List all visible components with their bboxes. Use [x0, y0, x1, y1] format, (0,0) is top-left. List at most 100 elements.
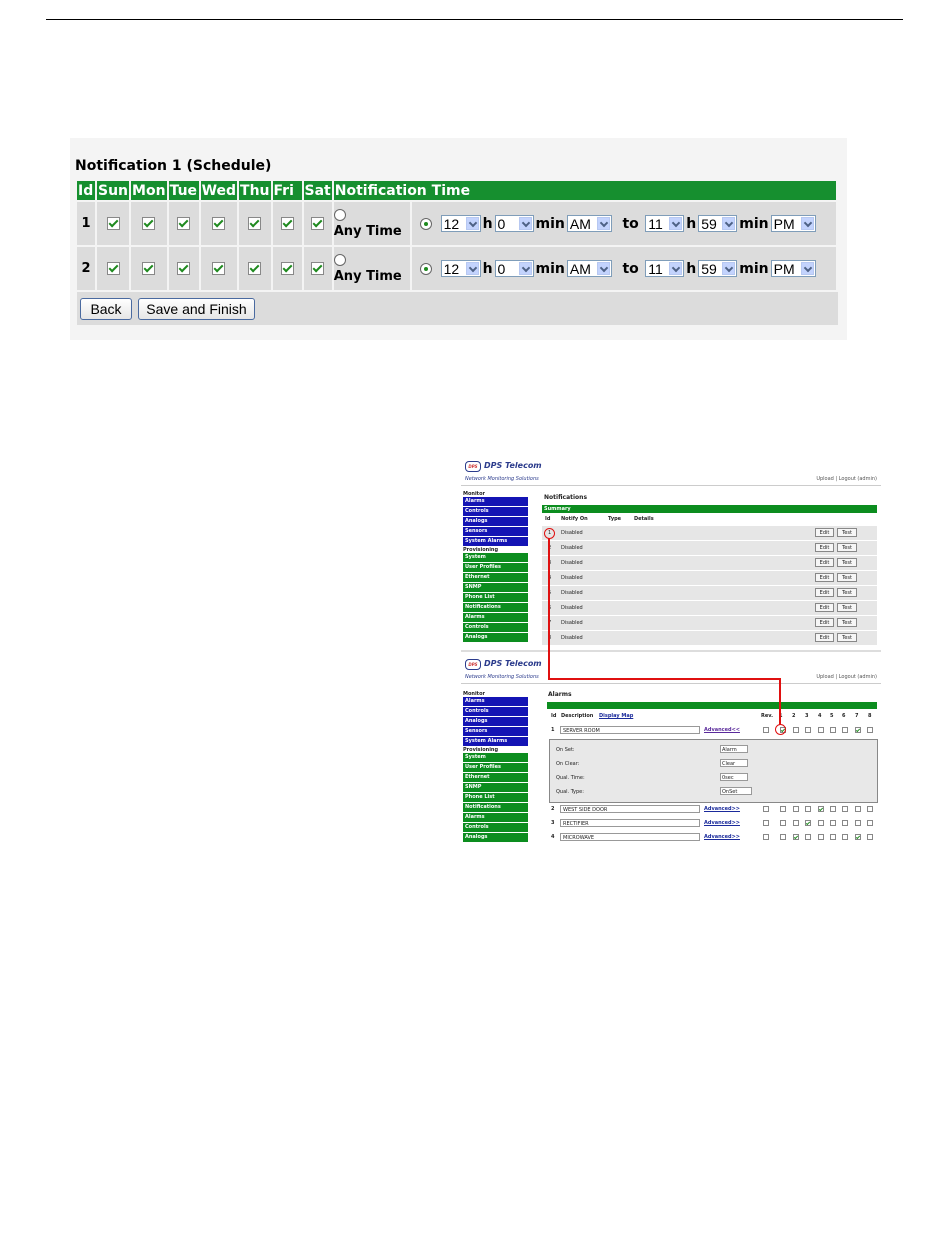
on-clear-input[interactable]: Clear: [720, 759, 748, 767]
test-button[interactable]: Test: [837, 558, 857, 567]
from-minute-select[interactable]: 0: [494, 215, 534, 232]
test-button[interactable]: Test: [837, 588, 857, 597]
notif-2-checkbox[interactable]: [793, 834, 799, 840]
notif-5-checkbox[interactable]: [830, 820, 836, 826]
time-range-radio[interactable]: [420, 262, 433, 275]
notif-1-checkbox[interactable]: [780, 834, 786, 840]
notif-8-checkbox[interactable]: [867, 834, 873, 840]
advanced-link[interactable]: Advanced>>: [704, 820, 740, 826]
on-set-input[interactable]: Alarm: [720, 745, 748, 753]
notif-8-checkbox[interactable]: [867, 806, 873, 812]
from-minute-select[interactable]: 0: [494, 260, 534, 277]
edit-button[interactable]: Edit: [815, 558, 834, 567]
description-input[interactable]: WEST SIDE DOOR: [560, 805, 700, 813]
sat-checkbox[interactable]: [311, 262, 325, 275]
back-button[interactable]: Back: [80, 298, 132, 320]
edit-button[interactable]: Edit: [815, 588, 834, 597]
to-hour-select[interactable]: 11: [645, 260, 685, 277]
nav-item-notifications[interactable]: Notifications: [463, 603, 528, 612]
edit-button[interactable]: Edit: [815, 603, 834, 612]
nav-item-controls[interactable]: Controls: [463, 507, 528, 516]
tue-checkbox[interactable]: [177, 217, 191, 230]
nav-item-user-profiles[interactable]: User Profiles: [463, 763, 528, 772]
mon-checkbox[interactable]: [142, 217, 156, 230]
notif-3-checkbox[interactable]: [805, 820, 811, 826]
edit-button[interactable]: Edit: [815, 633, 834, 642]
sun-checkbox[interactable]: [106, 217, 120, 230]
edit-button[interactable]: Edit: [815, 618, 834, 627]
any-time-radio[interactable]: [333, 209, 346, 221]
test-button[interactable]: Test: [837, 528, 857, 537]
from-ampm-select[interactable]: AM: [566, 215, 612, 232]
sun-checkbox[interactable]: [106, 262, 120, 275]
nav-item-prov-analogs[interactable]: Analogs: [463, 833, 528, 842]
nav-item-user-profiles[interactable]: User Profiles: [463, 563, 528, 572]
test-button[interactable]: Test: [837, 573, 857, 582]
thu-checkbox[interactable]: [248, 217, 262, 230]
to-ampm-select[interactable]: PM: [770, 260, 816, 277]
notif-6-checkbox[interactable]: [842, 820, 848, 826]
edit-button[interactable]: Edit: [815, 528, 834, 537]
nav-item-ethernet[interactable]: Ethernet: [463, 773, 528, 782]
wed-checkbox[interactable]: [212, 217, 226, 230]
from-hour-select[interactable]: 12: [440, 260, 481, 277]
nav-item-alarms[interactable]: Alarms: [463, 697, 528, 706]
to-minute-select[interactable]: 59: [698, 215, 738, 232]
nav-item-system-alarms[interactable]: System Alarms: [463, 737, 528, 746]
test-button[interactable]: Test: [837, 603, 857, 612]
notif-1-checkbox[interactable]: [780, 820, 786, 826]
mon-checkbox[interactable]: [142, 262, 156, 275]
nav-item-analogs[interactable]: Analogs: [463, 717, 528, 726]
rev-checkbox[interactable]: [763, 834, 769, 840]
notif-3-checkbox[interactable]: [805, 806, 811, 812]
notif-7-checkbox[interactable]: [855, 834, 861, 840]
to-hour-select[interactable]: 11: [645, 215, 685, 232]
notif-4-checkbox[interactable]: [818, 820, 824, 826]
nav-item-prov-analogs[interactable]: Analogs: [463, 633, 528, 642]
notif-6-checkbox[interactable]: [842, 806, 848, 812]
notif-5-checkbox[interactable]: [830, 834, 836, 840]
test-button[interactable]: Test: [837, 543, 857, 552]
advanced-link[interactable]: Advanced>>: [704, 806, 740, 812]
nav-item-prov-controls[interactable]: Controls: [463, 823, 528, 832]
notif-3-checkbox[interactable]: [805, 727, 811, 733]
notif-3-checkbox[interactable]: [805, 834, 811, 840]
display-map-link[interactable]: Display Map: [599, 713, 633, 719]
test-button[interactable]: Test: [837, 633, 857, 642]
nav-item-phone-list[interactable]: Phone List: [463, 793, 528, 802]
notif-5-checkbox[interactable]: [830, 727, 836, 733]
from-hour-select[interactable]: 12: [440, 215, 481, 232]
wed-checkbox[interactable]: [212, 262, 226, 275]
nav-item-system-alarms[interactable]: System Alarms: [463, 537, 528, 546]
test-button[interactable]: Test: [837, 618, 857, 627]
nav-item-controls[interactable]: Controls: [463, 707, 528, 716]
upload-logout[interactable]: Upload | Logout (admin): [816, 476, 877, 482]
fri-checkbox[interactable]: [280, 262, 294, 275]
nav-item-prov-alarms[interactable]: Alarms: [463, 613, 528, 622]
nav-item-snmp[interactable]: SNMP: [463, 783, 528, 792]
thu-checkbox[interactable]: [248, 262, 262, 275]
nav-item-sensors[interactable]: Sensors: [463, 527, 528, 536]
nav-item-phone-list[interactable]: Phone List: [463, 593, 528, 602]
qual-time-input[interactable]: 0sec: [720, 773, 748, 781]
advanced-link[interactable]: Advanced<<: [704, 727, 740, 733]
nav-item-system[interactable]: System: [463, 553, 528, 562]
nav-item-snmp[interactable]: SNMP: [463, 583, 528, 592]
notif-4-checkbox[interactable]: [818, 834, 824, 840]
nav-item-prov-controls[interactable]: Controls: [463, 623, 528, 632]
nav-item-system[interactable]: System: [463, 753, 528, 762]
notif-1-checkbox[interactable]: [780, 806, 786, 812]
any-time-radio[interactable]: [333, 254, 346, 266]
time-range-radio[interactable]: [420, 217, 433, 230]
tue-checkbox[interactable]: [177, 262, 191, 275]
nav-item-analogs[interactable]: Analogs: [463, 517, 528, 526]
rev-checkbox[interactable]: [763, 806, 769, 812]
from-ampm-select[interactable]: AM: [566, 260, 612, 277]
description-input[interactable]: RECTIFIER: [560, 819, 700, 827]
edit-button[interactable]: Edit: [815, 573, 834, 582]
notif-6-checkbox[interactable]: [842, 834, 848, 840]
upload-logout[interactable]: Upload | Logout (admin): [816, 674, 877, 680]
notif-5-checkbox[interactable]: [830, 806, 836, 812]
edit-button[interactable]: Edit: [815, 543, 834, 552]
notif-2-checkbox[interactable]: [793, 727, 799, 733]
